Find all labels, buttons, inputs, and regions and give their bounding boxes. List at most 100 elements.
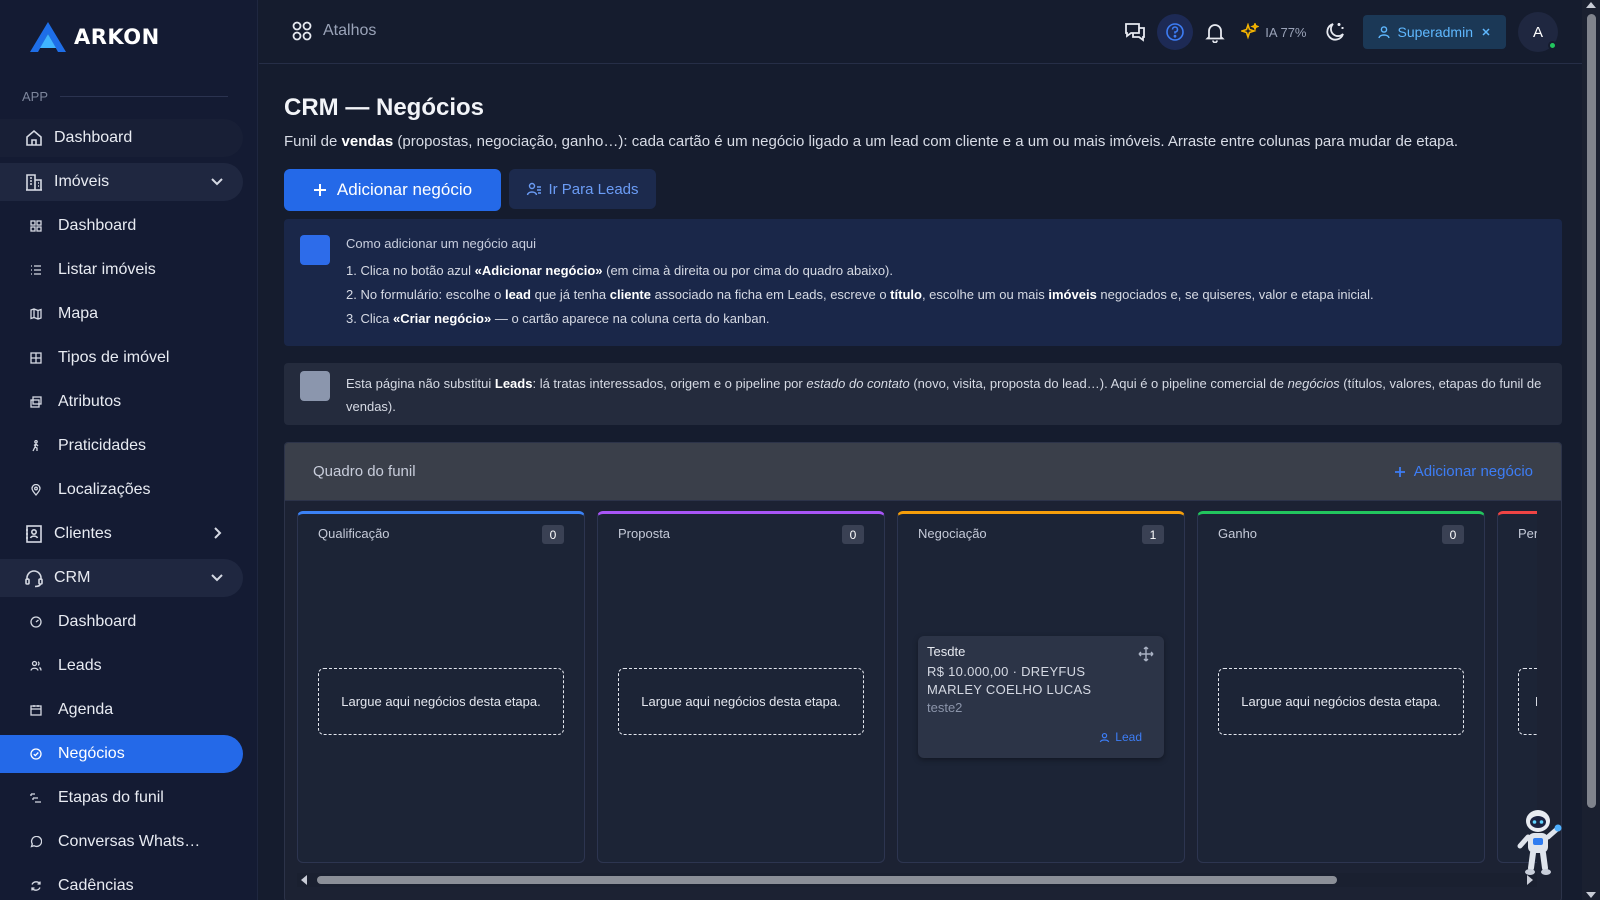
text: 1. Clica no botão azul [346,263,475,278]
avatar[interactable]: A [1518,12,1558,52]
sidebar-item-label: Praticidades [58,437,147,454]
chevron-down-icon [209,173,225,189]
info-icon [300,235,330,265]
note-icon [300,371,330,401]
sidebar-item-imoveis[interactable]: Imóveis [0,163,243,201]
sidebar-item-cadencias[interactable]: Cadências [0,867,243,900]
scroll-left-arrow[interactable] [301,875,307,885]
sidebar-item-crm[interactable]: CRM [0,559,243,597]
sidebar-item-label: Etapas do funil [58,789,164,806]
person-walking-icon [30,440,42,452]
text-bold: imóveis [1048,287,1097,302]
role-badge[interactable]: Superadmin [1362,15,1506,49]
text: , escolhe um ou mais [921,287,1049,302]
gauge-icon [30,616,42,628]
text: 3. Clica [346,311,393,326]
sidebar-item-label: Dashboard [54,129,133,146]
column-qualificacao: Qualificação 0 Largue aqui negócios dest… [297,511,585,863]
text-italic: negócios [1287,376,1340,391]
moon-icon[interactable] [1317,14,1353,50]
horizontal-scrollbar[interactable] [297,873,1537,887]
sidebar-item-label: Tipos de imóvel [58,349,170,366]
leads-note-box: Esta página não substitui Leads: lá trat… [284,363,1562,425]
info-steps: 1. Clica no botão azul «Adicionar negóci… [346,263,1374,335]
assistant-robot-icon[interactable] [1512,806,1564,878]
scroll-down-arrow[interactable] [1586,892,1596,898]
dropzone[interactable]: Largue aqui negócios desta etapa. [1218,668,1464,735]
text: associado na ficha em Leads, escreve o [650,287,891,302]
sidebar-item-label: Dashboard [58,613,137,630]
topbar: Atalhos IA 77% Superadmin A [259,0,1582,64]
sidebar-item-leads[interactable]: Leads [0,647,243,685]
deal-value-client: R$ 10.000,00 · DREYFUS [927,664,1086,679]
text: : lá tratas interessados, origem e o pip… [532,376,807,391]
deal-card[interactable]: Tesdte R$ 10.000,00 · DREYFUS MARLEY COE… [918,636,1164,758]
dropzone[interactable]: Largue aqui negócios desta etapa. [318,668,564,735]
page-description: Funil de vendas (propostas, negociação, … [284,133,1458,150]
section-label: APP [22,89,49,104]
pin-icon [30,484,42,496]
grid-icon [30,220,42,232]
sidebar-item-praticidades[interactable]: Praticidades [0,427,243,465]
scroll-up-arrow[interactable] [1586,2,1596,8]
text: (em cima à direita ou por cima do quadro… [602,263,893,278]
go-to-leads-label: Ir Para Leads [548,180,639,198]
column-count: 1 [1142,525,1164,544]
whatsapp-icon [30,836,42,848]
ai-usage-label: IA 77% [1265,24,1307,40]
sidebar-item-imoveis-dashboard[interactable]: Dashboard [0,207,243,245]
sidebar-item-atributos[interactable]: Atributos [0,383,243,421]
board-add-deal-button[interactable]: Adicionar negócio [1394,463,1533,480]
sidebar-item-label: Negócios [58,745,125,762]
sidebar-item-clientes[interactable]: Clientes [0,515,243,553]
help-icon[interactable] [1157,14,1194,50]
brand-name: ARKON [74,25,160,49]
sidebar-item-negocios[interactable]: Negócios [0,735,243,773]
sidebar-item-label: Localizações [58,481,151,498]
text: negociados e, se quiseres, valor e etapa… [1096,287,1374,302]
address-book-icon [24,524,44,544]
scrollbar-thumb[interactable] [1587,14,1596,808]
sidebar: ARKON APP Dashboard Imóveis Dashboard Li… [0,0,258,900]
vertical-scrollbar[interactable] [1582,0,1600,900]
text-bold: «Criar negócio» [392,311,492,326]
sidebar-item-label: Clientes [54,525,112,542]
scrollbar-thumb[interactable] [317,876,1337,884]
dropzone[interactable]: La [1518,668,1537,735]
sidebar-item-etapas-funil[interactable]: Etapas do funil [0,779,243,817]
deal-lead-link[interactable]: Lead [1099,730,1142,744]
info-step-2: 2. No formulário: escolhe o lead que já … [346,287,1374,311]
column-count: 0 [542,525,564,544]
board-header: Quadro do funil Adicionar negócio [285,443,1561,501]
chat-icon[interactable] [1117,14,1153,50]
dropzone[interactable]: Largue aqui negócios desta etapa. [618,668,864,735]
close-icon[interactable] [1480,26,1492,38]
plus-icon [1394,466,1405,477]
note-text: Esta página não substitui Leads: lá trat… [346,372,1546,418]
deal-lead-label: Lead [1115,730,1142,744]
sidebar-item-conversas-whatsapp[interactable]: Conversas Whats… [0,823,243,861]
drag-move-icon[interactable] [1138,646,1154,667]
add-deal-button[interactable]: Adicionar negócio [284,169,501,211]
ai-usage-indicator[interactable]: IA 77% [1241,23,1307,41]
steps-icon [30,792,42,804]
sidebar-item-dashboard[interactable]: Dashboard [0,119,243,157]
sidebar-item-localizacoes[interactable]: Localizações [0,471,243,509]
sidebar-item-crm-dashboard[interactable]: Dashboard [0,603,243,641]
calendar-icon [30,704,42,716]
sidebar-item-agenda[interactable]: Agenda [0,691,243,729]
bell-icon[interactable] [1197,14,1233,50]
sidebar-item-label: Listar imóveis [58,261,156,278]
text-bold: cliente [609,287,651,302]
text: Esta página não substitui [346,376,495,391]
shortcuts-button[interactable]: Atalhos [291,20,376,42]
sidebar-item-listar-imoveis[interactable]: Listar imóveis [0,251,243,289]
section-divider [60,96,228,97]
go-to-leads-button[interactable]: Ir Para Leads [509,169,656,209]
column-ganho: Ganho 0 Largue aqui negócios desta etapa… [1197,511,1485,863]
sidebar-item-tipos-imovel[interactable]: Tipos de imóvel [0,339,243,377]
brand-logo[interactable]: ARKON [28,20,160,54]
deal-title: Tesdte [927,644,966,659]
sidebar-item-mapa[interactable]: Mapa [0,295,243,333]
board-add-label: Adicionar negócio [1413,463,1533,480]
